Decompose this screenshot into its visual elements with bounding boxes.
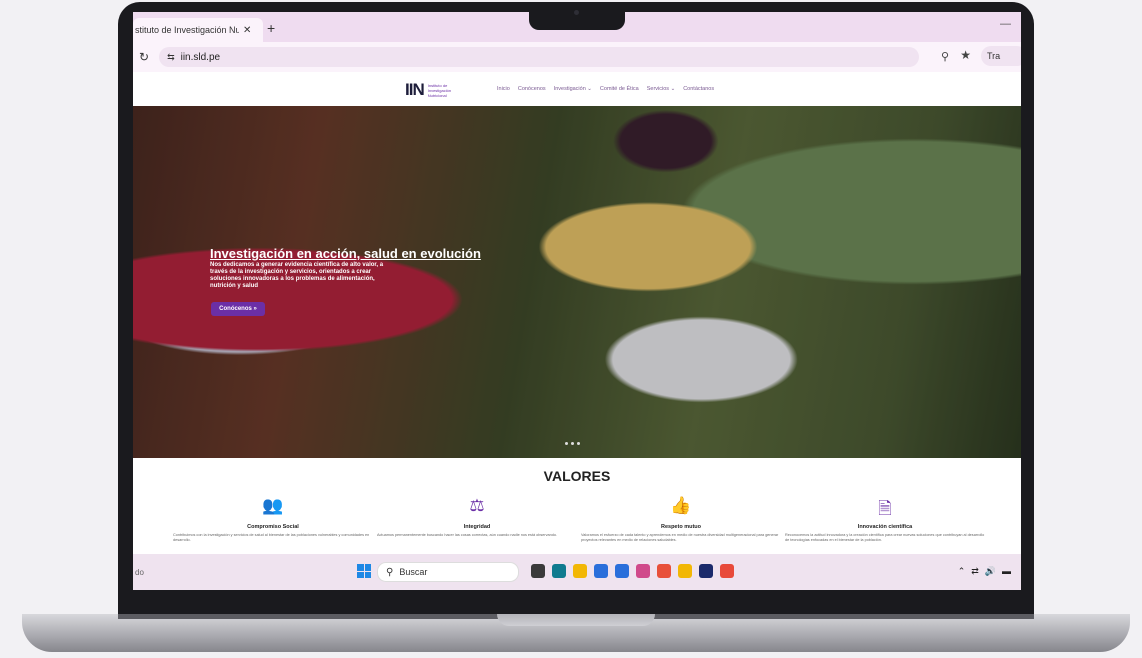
taskbar-app-icon[interactable] bbox=[615, 564, 629, 578]
value-title: Respeto mutuo bbox=[660, 524, 702, 530]
browser-tab[interactable]: stituto de Investigación Nutri ✕ bbox=[133, 18, 263, 42]
url-text: iin.sld.pe bbox=[180, 51, 221, 63]
hero-banner: Investigación en acción, salud en evoluc… bbox=[133, 106, 1021, 458]
address-bar: ↻ ⇆ iin.sld.pe bbox=[133, 42, 1021, 72]
value-text: Actuamos permanentemente buscando hacer … bbox=[377, 533, 558, 537]
url-input[interactable]: ⇆ iin.sld.pe bbox=[159, 47, 920, 67]
site-header: IIN Instituto de Investigación Nutricion… bbox=[133, 72, 1021, 106]
taskbar-app-icon[interactable] bbox=[594, 564, 608, 578]
windows-start-icon[interactable] bbox=[357, 564, 371, 578]
bookmark-star-icon[interactable]: ★ bbox=[960, 48, 971, 62]
people-icon: 👥 bbox=[262, 496, 284, 515]
site-logo[interactable]: IIN Instituto de Investigación Nutricion… bbox=[405, 80, 458, 100]
logo-mark: IIN bbox=[405, 80, 425, 99]
search-icon: ⚲ bbox=[386, 566, 394, 578]
laptop-base bbox=[22, 614, 1130, 652]
site-info-icon[interactable]: ⇆ bbox=[167, 52, 175, 63]
menu-item-contactanos[interactable]: Contáctanos bbox=[683, 86, 714, 92]
translate-chip[interactable]: Tra bbox=[981, 46, 1021, 66]
taskbar-app-icon[interactable] bbox=[573, 564, 587, 578]
value-text: Reconocemos la actitud innovadora y la c… bbox=[785, 533, 985, 542]
balance-icon: ⚖ bbox=[469, 496, 485, 515]
carousel-dot[interactable] bbox=[565, 442, 568, 445]
value-title: Integridad bbox=[463, 524, 491, 530]
menu-item-servicios[interactable]: Servicios ⌄ bbox=[647, 86, 675, 92]
camera-icon bbox=[574, 10, 579, 15]
value-card: 👍 Respeto mutuo Valoramos el esfuerzo de… bbox=[581, 496, 781, 543]
volume-icon[interactable]: 🔊 bbox=[985, 566, 996, 577]
value-text: Valoramos el esfuerzo de cada talento y … bbox=[581, 533, 779, 542]
system-tray: ⌃ ⇄ 🔊 ▬ bbox=[958, 566, 1011, 577]
screen: stituto de Investigación Nutri ✕ + — ↻ ⇆… bbox=[133, 12, 1021, 590]
search-placeholder: Buscar bbox=[399, 567, 428, 577]
logo-text: Instituto de Investigación Nutricional bbox=[427, 82, 452, 98]
taskbar-app-icon[interactable] bbox=[531, 564, 545, 578]
carousel-dots bbox=[565, 442, 580, 445]
carousel-dot[interactable] bbox=[577, 442, 580, 445]
menu-item-investigacion[interactable]: Investigación ⌄ bbox=[554, 86, 592, 92]
network-icon[interactable]: ⇄ bbox=[971, 566, 979, 577]
translate-label: Tra bbox=[987, 51, 1001, 61]
menu-item-conocenos[interactable]: Conócenos bbox=[518, 86, 546, 92]
value-text: Contribuimos con la investigación y serv… bbox=[173, 533, 370, 542]
value-title: Compromiso Social bbox=[247, 524, 299, 530]
value-title: Innovación científica bbox=[857, 524, 913, 530]
zoom-icon[interactable]: ⚲ bbox=[941, 50, 949, 63]
carousel-dot[interactable] bbox=[571, 442, 574, 445]
laptop-open-groove bbox=[497, 614, 655, 626]
valores-heading: VALORES bbox=[543, 468, 611, 484]
taskbar-app-icon[interactable] bbox=[552, 564, 566, 578]
value-card: 🗎 Innovación científica Reconocemos la a… bbox=[785, 496, 985, 543]
taskbar-app-icon[interactable] bbox=[636, 564, 650, 578]
document-search-icon: 🗎 bbox=[878, 499, 892, 518]
taskbar-app-icon[interactable] bbox=[699, 564, 713, 578]
minimize-icon[interactable]: — bbox=[1000, 18, 1011, 30]
close-tab-icon[interactable]: ✕ bbox=[243, 25, 251, 36]
hero-title: Investigación en acción, salud en evoluc… bbox=[210, 246, 481, 261]
main-menu: Inicio Conócenos Investigación ⌄ Comité … bbox=[497, 86, 714, 92]
hero-text: Nos dedicamos a generar evidencia cientí… bbox=[210, 262, 384, 289]
menu-item-comite-etica[interactable]: Comité de Ética bbox=[600, 86, 639, 92]
conocenos-button[interactable]: Conócenos » bbox=[211, 302, 265, 316]
taskbar-left-text: do bbox=[135, 568, 144, 577]
tab-title: stituto de Investigación Nutri bbox=[135, 25, 239, 35]
windows-taskbar: do ⚲ Buscar ⌃ ⇄ 🔊 ▬ bbox=[133, 554, 1021, 590]
value-card: ⚖ Integridad Actuamos permanentemente bu… bbox=[377, 496, 577, 538]
new-tab-button[interactable]: + bbox=[267, 20, 275, 36]
chevron-up-icon[interactable]: ⌃ bbox=[958, 566, 966, 577]
camera-notch bbox=[529, 2, 625, 30]
value-card: 👥 Compromiso Social Contribuimos con la … bbox=[173, 496, 373, 543]
thumbs-up-icon: 👍 bbox=[670, 496, 692, 515]
menu-item-inicio[interactable]: Inicio bbox=[497, 86, 510, 92]
taskbar-app-icon[interactable] bbox=[678, 564, 692, 578]
reload-icon[interactable]: ↻ bbox=[139, 50, 149, 64]
taskbar-app-icon[interactable] bbox=[720, 564, 734, 578]
taskbar-search[interactable]: ⚲ Buscar bbox=[377, 562, 519, 582]
battery-icon[interactable]: ▬ bbox=[1002, 566, 1011, 577]
taskbar-app-icon[interactable] bbox=[657, 564, 671, 578]
